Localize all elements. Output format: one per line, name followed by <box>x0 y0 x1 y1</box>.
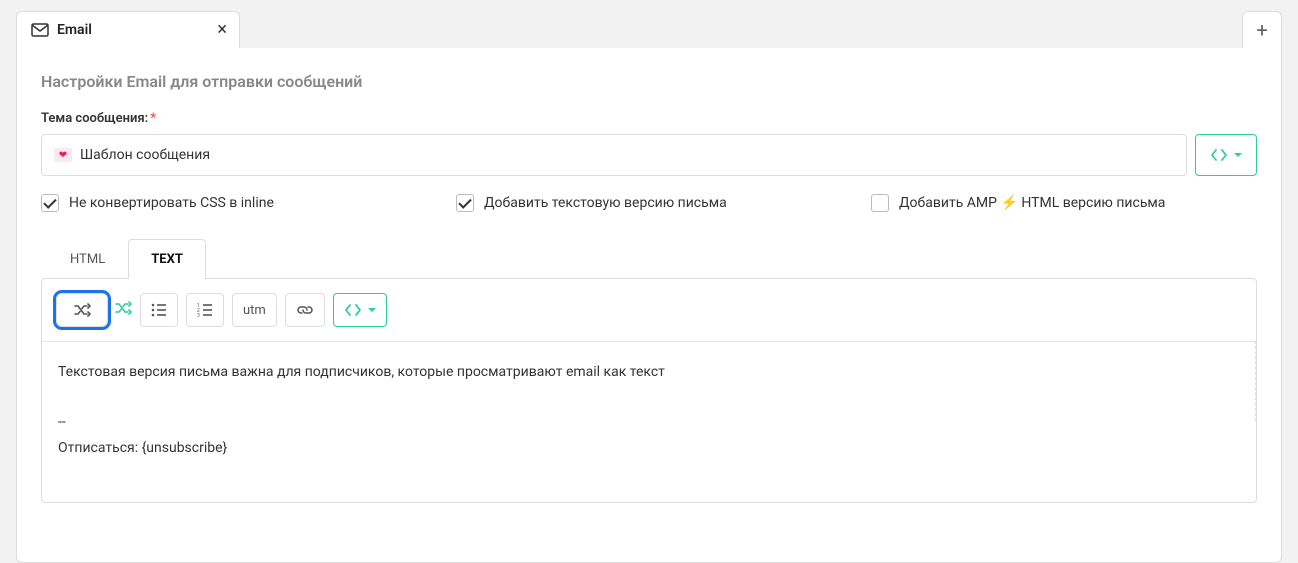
checkbox-icon <box>456 194 474 212</box>
subject-label: Тема сообщения:* <box>41 111 1257 126</box>
shuffle-secondary-icon[interactable] <box>114 300 132 320</box>
list-ul-icon <box>151 303 167 317</box>
amp-label-post: HTML версию письма <box>1018 195 1166 211</box>
checkbox-label: Не конвертировать CSS в inline <box>69 195 274 211</box>
channel-tab-email[interactable]: Email × <box>16 11 240 48</box>
code-icon <box>344 303 362 317</box>
close-icon[interactable]: × <box>217 21 227 39</box>
unordered-list-button[interactable] <box>140 293 178 327</box>
checkbox-add-amp[interactable]: Добавить AMP ⚡ HTML версию письма <box>871 194 1165 212</box>
insert-code-button[interactable] <box>333 293 387 327</box>
mail-icon <box>31 23 49 37</box>
link-icon <box>296 303 314 317</box>
utm-button[interactable]: utm <box>232 293 277 327</box>
subject-value: Шаблон сообщения <box>80 147 210 163</box>
content-sep: -- <box>58 410 1240 435</box>
list-ol-icon: 123 <box>197 303 213 317</box>
checkbox-no-inline-css[interactable]: Не конвертировать CSS в inline <box>41 194 456 212</box>
tab-html[interactable]: HTML <box>47 239 128 279</box>
code-icon <box>1210 148 1228 162</box>
checkbox-add-text-version[interactable]: Добавить текстовую версию письма <box>456 194 871 212</box>
svg-text:3: 3 <box>197 313 200 317</box>
editor-textarea[interactable]: Текстовая версия письма важна для подпис… <box>42 342 1256 502</box>
insert-variable-button[interactable] <box>1195 134 1257 176</box>
subject-label-text: Тема сообщения: <box>41 111 148 126</box>
chevron-down-icon <box>1234 153 1242 157</box>
content-line: Текстовая версия письма важна для подпис… <box>58 360 1240 385</box>
subject-input[interactable]: ❤ Шаблон сообщения <box>41 134 1187 176</box>
checkbox-label: Добавить AMP ⚡ HTML версию письма <box>899 195 1165 211</box>
editor-toolbar: 123 utm <box>42 279 1256 341</box>
content-line: Отписаться: {unsubscribe} <box>58 436 1240 461</box>
checkbox-icon <box>41 194 59 212</box>
add-channel-button[interactable]: + <box>1242 11 1282 48</box>
email-settings-panel: Настройки Email для отправки сообщений Т… <box>16 48 1282 563</box>
emoji-badge-icon[interactable]: ❤ <box>54 148 72 162</box>
section-title: Настройки Email для отправки сообщений <box>41 72 1257 91</box>
ordered-list-button[interactable]: 123 <box>186 293 224 327</box>
checkbox-icon <box>871 194 889 212</box>
tab-text[interactable]: TEXT <box>128 239 206 279</box>
toolbar-divider <box>1255 341 1256 421</box>
checkbox-label: Добавить текстовую версию письма <box>484 195 727 211</box>
link-button[interactable] <box>285 293 325 327</box>
chevron-down-icon <box>368 308 376 312</box>
shuffle-icon <box>73 302 91 318</box>
channel-tabbar: Email × + <box>16 0 1282 48</box>
shuffle-button[interactable] <box>56 293 108 327</box>
text-editor: 123 utm Текстовая версия письма важна дл… <box>41 278 1257 503</box>
editor-tabs: HTML TEXT <box>47 238 1257 278</box>
bolt-icon: ⚡ <box>1000 195 1017 211</box>
channel-tab-label: Email <box>57 22 92 38</box>
amp-label-pre: Добавить AMP <box>899 195 997 211</box>
required-mark: * <box>150 111 156 126</box>
